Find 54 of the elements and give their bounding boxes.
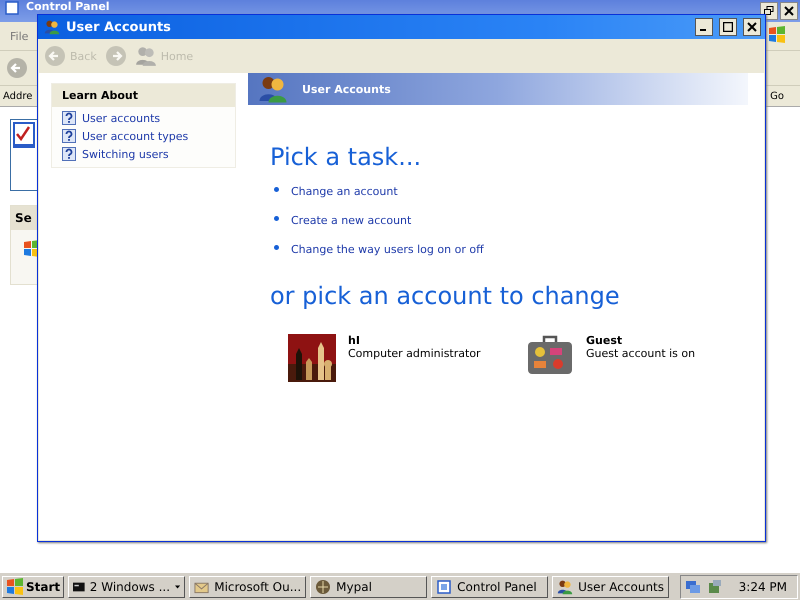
window-title: User Accounts <box>66 20 172 34</box>
address-label: Addre <box>3 90 32 102</box>
window-title: Control Panel <box>26 0 110 13</box>
control-panel-icon <box>4 0 20 16</box>
account-type: Computer administrator <box>348 347 481 360</box>
bullet-icon <box>274 187 279 192</box>
close-button[interactable] <box>780 2 798 20</box>
help-icon <box>62 129 76 143</box>
taskbar-button[interactable]: Mypal <box>310 576 428 598</box>
bullet-icon <box>274 245 279 250</box>
home-icon <box>134 45 157 67</box>
panel-heading: Learn About <box>62 89 138 102</box>
taskbar-button[interactable]: 2 Windows ... <box>68 576 186 598</box>
close-icon <box>784 6 794 16</box>
help-icon <box>62 147 76 161</box>
clock: 3:24 PM <box>738 580 787 594</box>
help-link[interactable]: User accounts <box>62 111 225 125</box>
account-name[interactable]: Guest <box>586 334 696 347</box>
close-button[interactable] <box>743 18 761 36</box>
suitcase-icon <box>526 334 574 376</box>
menu-item[interactable]: File <box>10 30 28 42</box>
control-panel-icon <box>436 578 452 594</box>
start-button[interactable]: Start <box>2 576 64 598</box>
minimize-button[interactable] <box>695 18 713 36</box>
account-type: Guest account is on <box>586 347 696 360</box>
taskbar-button[interactable]: User Accounts <box>552 576 670 598</box>
maximize-button[interactable] <box>719 18 737 36</box>
task-link[interactable]: Change an account <box>291 185 398 198</box>
help-link[interactable]: User account types <box>62 129 225 143</box>
maximize-icon <box>723 22 733 32</box>
close-icon <box>747 22 757 32</box>
help-link[interactable]: Switching users <box>62 147 225 161</box>
help-icon <box>62 111 76 125</box>
network-icon <box>684 578 701 594</box>
bullet-icon <box>274 216 279 221</box>
windows-logo-icon <box>6 578 24 596</box>
section-heading: Pick a task... <box>270 143 422 171</box>
taskbar-button[interactable]: Microsoft Ou... <box>189 576 306 598</box>
taskbar-button[interactable]: Control Panel <box>431 576 548 598</box>
task-link[interactable]: Change the way users log on or off <box>291 243 484 256</box>
account-name[interactable]: hI <box>348 334 481 347</box>
header-title: User Accounts <box>302 82 391 96</box>
windows-logo-icon <box>768 26 786 44</box>
globe-icon <box>315 578 332 594</box>
section-heading: or pick an account to change <box>270 282 621 310</box>
users-icon <box>258 74 288 104</box>
task-link[interactable]: Create a new account <box>291 214 412 227</box>
users-icon <box>557 578 574 594</box>
server-icon <box>706 578 723 594</box>
panel-heading: Se <box>15 211 32 225</box>
console-icon <box>73 580 85 592</box>
users-icon <box>44 19 60 35</box>
go-button[interactable]: Go <box>770 90 784 102</box>
caret-icon <box>175 584 180 588</box>
